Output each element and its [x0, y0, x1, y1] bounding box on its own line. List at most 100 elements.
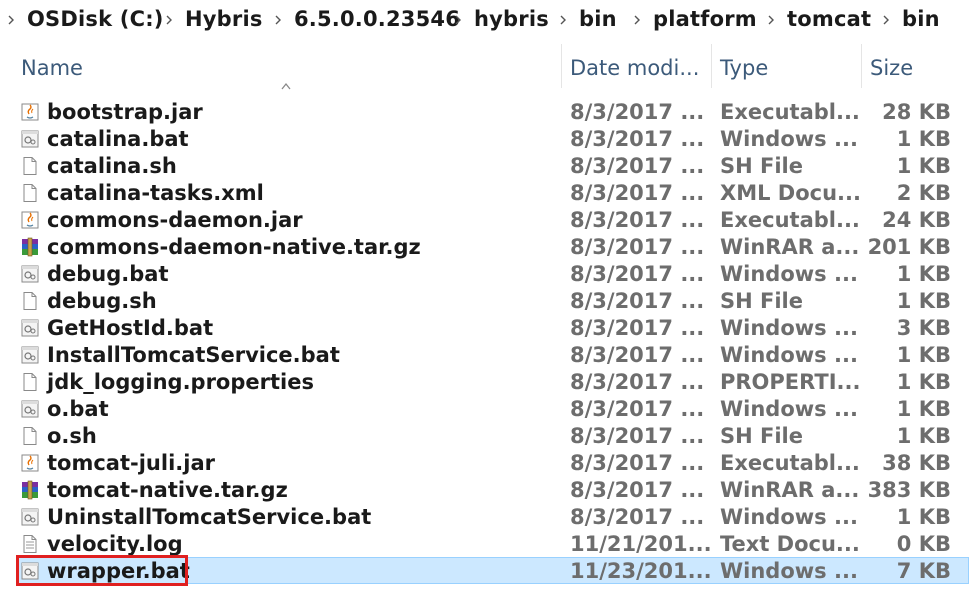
file-name[interactable]: jdk_logging.properties [47, 370, 314, 394]
file-name[interactable]: o.sh [47, 424, 97, 448]
winrar-icon [20, 237, 40, 257]
file-size: 1 KB [896, 424, 951, 448]
breadcrumb-item[interactable]: platform [653, 7, 757, 31]
file-row[interactable]: bootstrap.jar 8/3/2017 ... Executabl... 28 … [0, 98, 969, 125]
file-size: 201 KB [867, 235, 951, 259]
breadcrumb-item[interactable]: Hybris [185, 7, 263, 31]
file-row[interactable]: commons-daemon.jar 8/3/2017 ... Executabl.… [0, 206, 969, 233]
file-date-modified: 8/3/2017 ... [570, 181, 705, 205]
file-name[interactable]: InstallTomcatService.bat [47, 343, 340, 367]
chevron-right-icon[interactable] [452, 9, 464, 31]
file-row[interactable]: tomcat-juli.jar 8/3/2017 ... Executabl... 3… [0, 449, 969, 476]
file-date-modified: 8/3/2017 ... [570, 505, 705, 529]
bat-icon [20, 264, 40, 284]
sort-ascending-icon [281, 82, 291, 90]
file-name[interactable]: tomcat-native.tar.gz [47, 478, 288, 502]
file-size: 1 KB [896, 154, 951, 178]
chevron-right-icon[interactable] [272, 9, 284, 31]
file-name[interactable]: UninstallTomcatService.bat [47, 505, 371, 529]
file-name[interactable]: commons-daemon-native.tar.gz [47, 235, 421, 259]
file-type: XML Docu... [720, 181, 861, 205]
file-row[interactable]: o.bat 8/3/2017 ... Windows ... 1 KB [0, 395, 969, 422]
file-icon [20, 156, 40, 176]
breadcrumb-item[interactable]: hybris [474, 7, 549, 31]
file-name[interactable]: GetHostId.bat [47, 316, 213, 340]
file-row[interactable]: wrapper.bat 11/23/201... Windows ... 7 KB [0, 555, 969, 586]
file-row[interactable]: tomcat-native.tar.gz 8/3/2017 ... WinRAR a… [0, 476, 969, 503]
file-name[interactable]: debug.sh [47, 289, 157, 313]
bat-icon [20, 129, 40, 149]
breadcrumb-item[interactable]: bin [579, 7, 617, 31]
file-name[interactable]: commons-daemon.jar [47, 208, 303, 232]
file-date-modified: 8/3/2017 ... [570, 316, 705, 340]
file-row[interactable]: catalina.bat 8/3/2017 ... Windows ... 1 KB [0, 125, 969, 152]
column-divider[interactable] [561, 44, 562, 88]
file-row[interactable]: UninstallTomcatService.bat 8/3/2017 ... Wi… [0, 503, 969, 530]
file-type: Executabl... [720, 451, 860, 475]
jar-icon [20, 102, 40, 122]
file-date-modified: 8/3/2017 ... [570, 478, 705, 502]
file-size: 1 KB [896, 127, 951, 151]
file-type: Windows ... [720, 343, 858, 367]
file-size: 2 KB [896, 181, 951, 205]
breadcrumb: OSDisk (C:) Hybris 6.5.0.0.23546 hybris bin p… [0, 0, 969, 42]
file-row[interactable]: commons-daemon-native.tar.gz 8/3/2017 ...… [0, 233, 969, 260]
file-type: Windows ... [720, 505, 858, 529]
column-divider[interactable] [711, 44, 712, 88]
file-name[interactable]: catalina-tasks.xml [47, 181, 264, 205]
chevron-right-icon[interactable] [880, 9, 892, 31]
file-row[interactable]: debug.sh 8/3/2017 ... SH File 1 KB [0, 287, 969, 314]
breadcrumb-item[interactable]: tomcat [787, 7, 871, 31]
file-size: 1 KB [896, 505, 951, 529]
column-header-date-modified[interactable]: Date modi... [570, 56, 699, 80]
file-row[interactable]: debug.bat 8/3/2017 ... Windows ... 1 KB [0, 260, 969, 287]
column-header-name[interactable]: Name [21, 56, 83, 80]
file-date-modified: 8/3/2017 ... [570, 100, 705, 124]
file-icon [20, 291, 40, 311]
file-type: Windows ... [720, 397, 858, 421]
file-row[interactable]: InstallTomcatService.bat 8/3/2017 ... Wind… [0, 341, 969, 368]
file-name[interactable]: velocity.log [47, 532, 183, 556]
column-divider[interactable] [861, 44, 862, 88]
chevron-right-icon[interactable] [631, 9, 643, 31]
chevron-right-icon[interactable] [557, 9, 569, 31]
file-type: PROPERTI... [720, 370, 861, 394]
file-name[interactable]: o.bat [47, 397, 109, 421]
file-size: 383 KB [867, 478, 951, 502]
file-type: Executabl... [720, 100, 860, 124]
breadcrumb-item[interactable]: OSDisk (C:) [27, 7, 164, 31]
column-header-size[interactable]: Size [870, 56, 913, 80]
file-name[interactable]: debug.bat [47, 262, 169, 286]
file-icon [20, 183, 40, 203]
file-name[interactable]: catalina.bat [47, 127, 189, 151]
file-date-modified: 8/3/2017 ... [570, 343, 705, 367]
breadcrumb-item[interactable]: bin [902, 7, 940, 31]
file-row[interactable]: catalina-tasks.xml 8/3/2017 ... XML Docu..… [0, 179, 969, 206]
breadcrumb-item[interactable]: 6.5.0.0.23546 [294, 7, 460, 31]
file-date-modified: 8/3/2017 ... [570, 370, 705, 394]
chevron-right-icon[interactable] [765, 9, 777, 31]
file-row[interactable]: jdk_logging.properties 8/3/2017 ... PROPER… [0, 368, 969, 395]
file-name[interactable]: bootstrap.jar [47, 100, 203, 124]
file-size: 38 KB [882, 451, 951, 475]
file-date-modified: 8/3/2017 ... [570, 289, 705, 313]
chevron-right-icon[interactable] [5, 9, 17, 31]
file-type: Windows ... [720, 262, 858, 286]
file-row[interactable]: velocity.log 11/21/201... Text Docu... 0 KB [0, 530, 969, 557]
file-date-modified: 11/21/201... [570, 532, 712, 556]
column-header-type[interactable]: Type [720, 56, 768, 80]
file-date-modified: 8/3/2017 ... [570, 154, 705, 178]
file-row[interactable]: o.sh 8/3/2017 ... SH File 1 KB [0, 422, 969, 449]
jar-icon [20, 210, 40, 230]
file-icon [20, 426, 40, 446]
file-name[interactable]: catalina.sh [47, 154, 177, 178]
file-type: SH File [720, 154, 803, 178]
bat-icon [20, 507, 40, 527]
chevron-right-icon[interactable] [163, 9, 175, 31]
file-row[interactable]: GetHostId.bat 8/3/2017 ... Windows ... 3 KB [0, 314, 969, 341]
file-row[interactable]: catalina.sh 8/3/2017 ... SH File 1 KB [0, 152, 969, 179]
file-type: Windows ... [720, 559, 858, 583]
file-date-modified: 8/3/2017 ... [570, 397, 705, 421]
file-size: 3 KB [896, 316, 951, 340]
file-name[interactable]: tomcat-juli.jar [47, 451, 215, 475]
